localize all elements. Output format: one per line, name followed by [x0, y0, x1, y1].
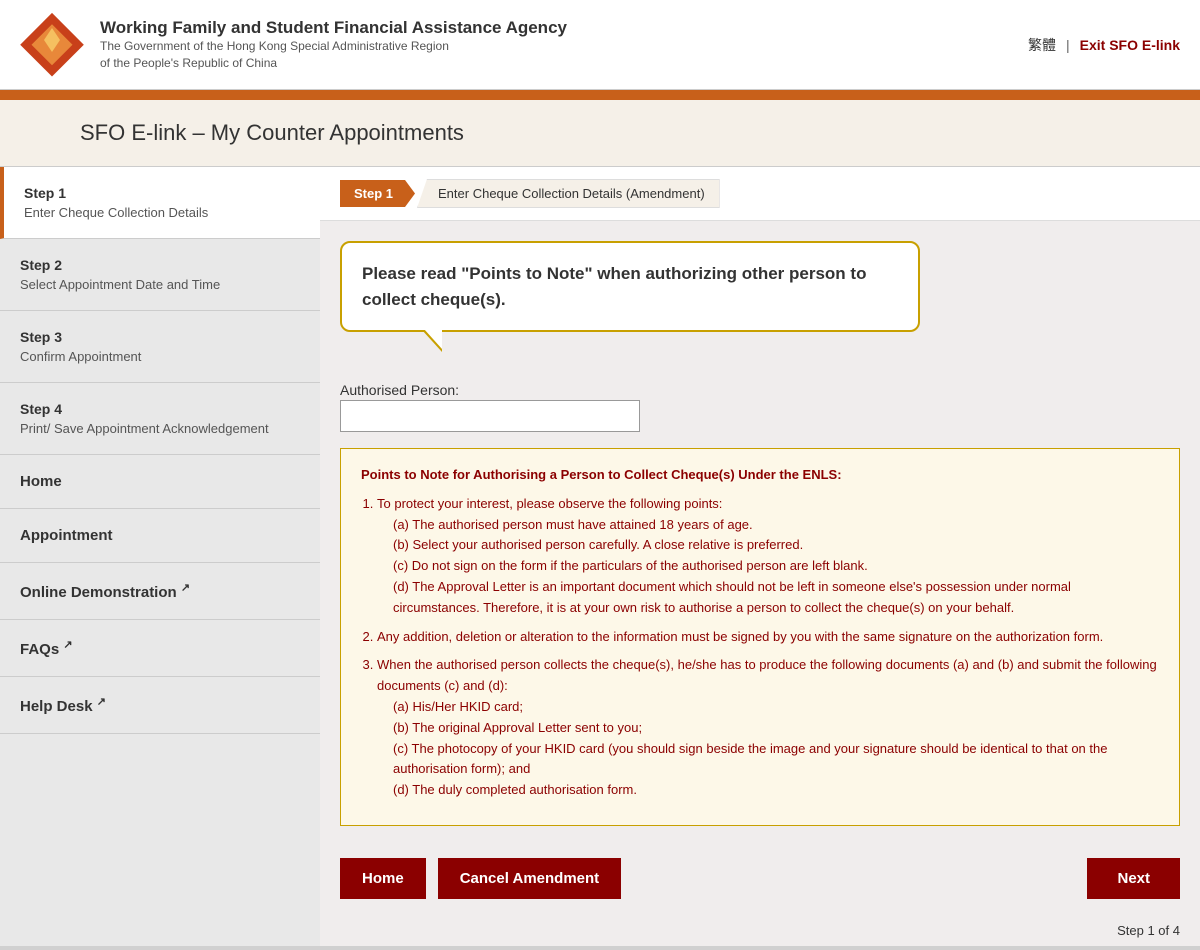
- tooltip-container: Please read "Points to Note" when author…: [340, 241, 1180, 332]
- step-count: Step 1 of 4: [320, 915, 1200, 946]
- nav-helpdesk[interactable]: Help Desk ↗: [0, 677, 320, 734]
- agency-sub: The Government of the Hong Kong Special …: [100, 38, 567, 72]
- divider: |: [1066, 37, 1070, 53]
- nav-online-demo[interactable]: Online Demonstration ↗: [0, 563, 320, 620]
- page-title: SFO E-link – My Counter Appointments: [80, 120, 1170, 146]
- points-item3: When the authorised person collects the …: [377, 657, 1157, 693]
- agency-info: Working Family and Student Financial Ass…: [100, 18, 567, 72]
- exit-link[interactable]: Exit SFO E-link: [1080, 37, 1180, 53]
- points-item3c: (c) The photocopy of your HKID card (you…: [393, 739, 1159, 781]
- main-layout: Step 1 Enter Cheque Collection Details S…: [0, 167, 1200, 946]
- form-area: Authorised Person:: [320, 362, 1200, 432]
- next-button[interactable]: Next: [1087, 858, 1180, 899]
- cancel-button[interactable]: Cancel Amendment: [438, 858, 621, 899]
- nav-faqs[interactable]: FAQs ↗: [0, 620, 320, 677]
- points-item1d: (d) The Approval Letter is an important …: [393, 577, 1159, 619]
- tooltip-bubble: Please read "Points to Note" when author…: [340, 241, 920, 332]
- content-area: Step 1 Enter Cheque Collection Details (…: [320, 167, 1200, 946]
- lang-switch[interactable]: 繁體: [1028, 35, 1056, 55]
- page-title-bar: SFO E-link – My Counter Appointments: [0, 100, 1200, 167]
- sidebar-step-2[interactable]: Step 2 Select Appointment Date and Time: [0, 239, 320, 311]
- step-breadcrumb: Step 1 Enter Cheque Collection Details (…: [320, 167, 1200, 221]
- points-title: Points to Note for Authorising a Person …: [361, 465, 1159, 486]
- step-4-label: Step 4: [20, 401, 300, 417]
- auth-label: Authorised Person:: [340, 382, 459, 398]
- home-button[interactable]: Home: [340, 858, 426, 899]
- step-3-desc: Confirm Appointment: [20, 349, 300, 364]
- step-1-label: Step 1: [24, 185, 300, 201]
- nav-appointment[interactable]: Appointment: [0, 509, 320, 563]
- breadcrumb-step: Step 1: [340, 180, 415, 207]
- step-4-desc: Print/ Save Appointment Acknowledgement: [20, 421, 300, 436]
- agency-logo: [20, 12, 85, 77]
- agency-name: Working Family and Student Financial Ass…: [100, 18, 567, 38]
- points-box: Points to Note for Authorising a Person …: [340, 448, 1180, 826]
- sidebar-step-1[interactable]: Step 1 Enter Cheque Collection Details: [0, 167, 320, 239]
- points-item2: Any addition, deletion or alteration to …: [377, 629, 1103, 644]
- nav-home[interactable]: Home: [0, 455, 320, 509]
- step-1-desc: Enter Cheque Collection Details: [24, 205, 300, 220]
- step-2-label: Step 2: [20, 257, 300, 273]
- step-2-desc: Select Appointment Date and Time: [20, 277, 300, 292]
- orange-bar: [0, 90, 1200, 100]
- ext-icon-demo: ↗: [181, 582, 190, 594]
- bottom-bar: Home Cancel Amendment Next: [320, 842, 1200, 915]
- header-right: 繁體 | Exit SFO E-link: [1028, 35, 1180, 55]
- header-left: Working Family and Student Financial Ass…: [20, 12, 567, 77]
- step-3-label: Step 3: [20, 329, 300, 345]
- points-item3d: (d) The duly completed authorisation for…: [393, 780, 1159, 801]
- ext-icon-faqs: ↗: [63, 639, 72, 651]
- points-item1a: (a) The authorised person must have atta…: [393, 515, 1159, 536]
- points-item1b: (b) Select your authorised person carefu…: [393, 535, 1159, 556]
- sidebar-step-4[interactable]: Step 4 Print/ Save Appointment Acknowled…: [0, 383, 320, 455]
- sidebar: Step 1 Enter Cheque Collection Details S…: [0, 167, 320, 946]
- ext-icon-helpdesk: ↗: [97, 696, 106, 708]
- breadcrumb-page: Enter Cheque Collection Details (Amendme…: [417, 179, 720, 208]
- points-item3b: (b) The original Approval Letter sent to…: [393, 718, 1159, 739]
- sidebar-step-3[interactable]: Step 3 Confirm Appointment: [0, 311, 320, 383]
- points-item3a: (a) His/Her HKID card;: [393, 697, 1159, 718]
- points-item1: To protect your interest, please observe…: [377, 496, 722, 511]
- header: Working Family and Student Financial Ass…: [0, 0, 1200, 90]
- points-item1c: (c) Do not sign on the form if the parti…: [393, 556, 1159, 577]
- auth-input[interactable]: [340, 400, 640, 432]
